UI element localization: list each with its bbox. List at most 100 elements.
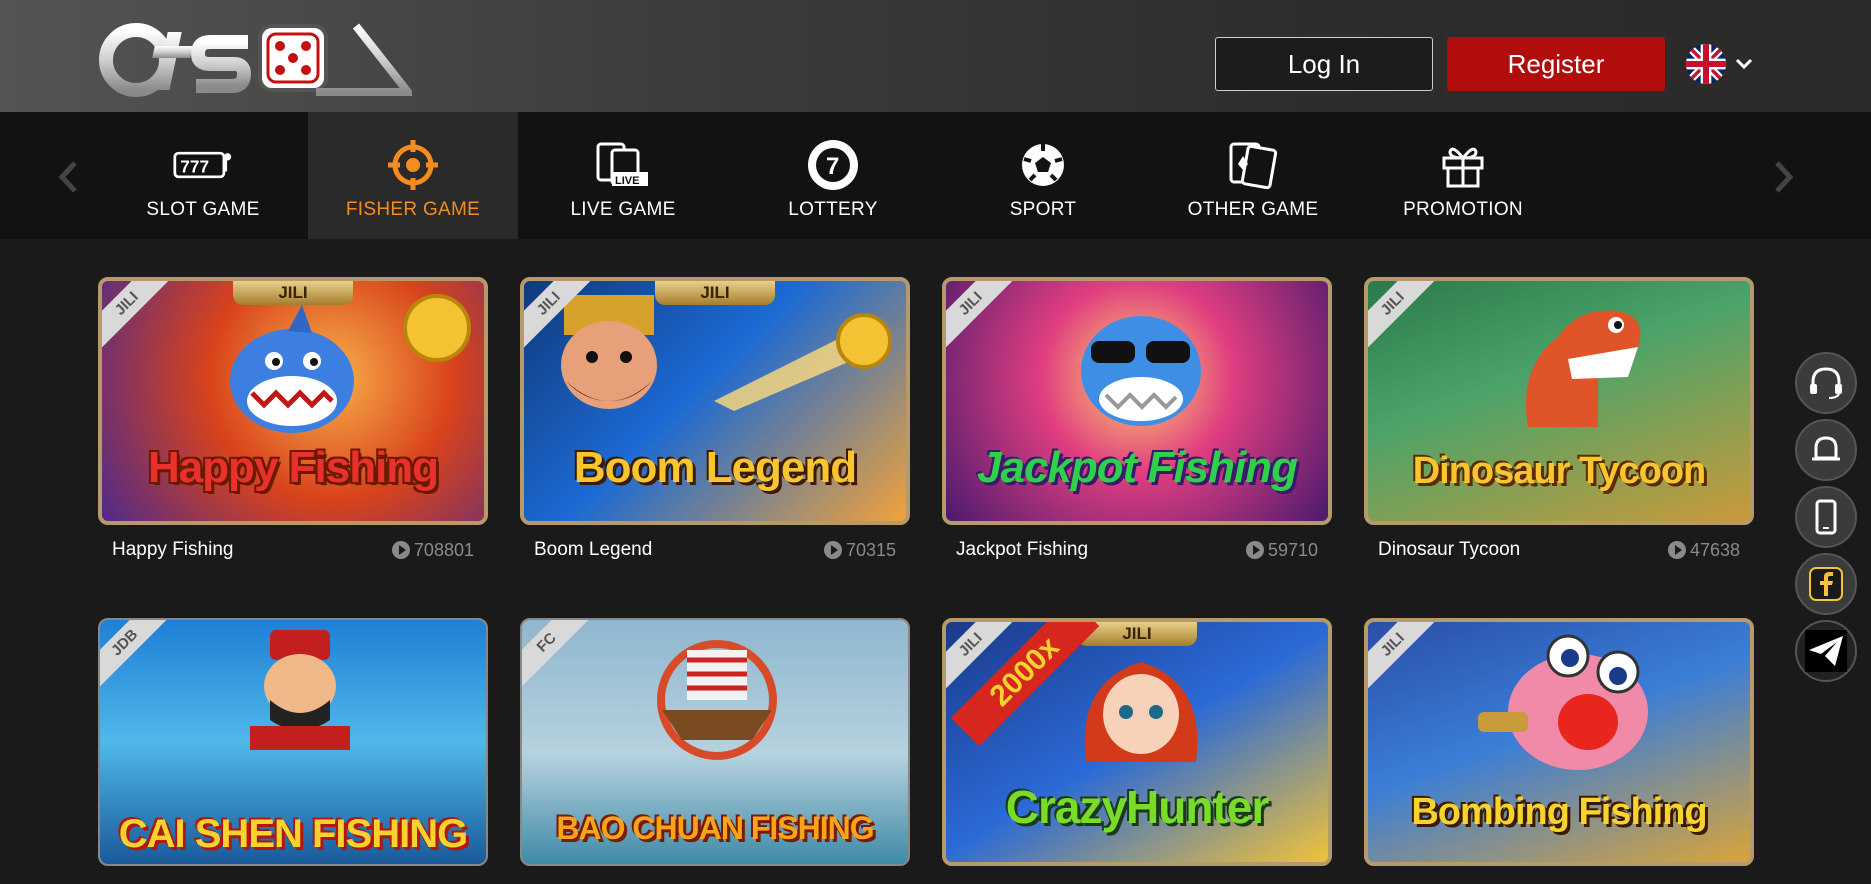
nav-label: PROMOTION — [1403, 199, 1523, 220]
nav-lottery[interactable]: 7 LOTTERY — [728, 112, 938, 239]
provider-ribbon: JILI — [1368, 622, 1442, 694]
mobile-app-button[interactable] — [1795, 486, 1857, 548]
login-button[interactable]: Log In — [1215, 37, 1433, 91]
game-info: Boom Legend 70315 — [520, 539, 910, 561]
soccer-ball-icon — [1013, 137, 1073, 193]
game-banner-title: CrazyHunter — [1005, 781, 1270, 833]
telegram-icon — [1805, 630, 1847, 672]
notification-button[interactable] — [1795, 419, 1857, 481]
game-thumbnail[interactable]: JDB CAI SHEN FISHING — [98, 618, 488, 866]
pufferfish-icon — [1478, 634, 1648, 770]
play-icon — [823, 541, 842, 559]
game-name: Dinosaur Tycoon — [1378, 539, 1521, 560]
provider-ribbon: JILI — [102, 281, 176, 353]
jili-badge: JILI — [233, 281, 353, 305]
play-count: 70315 — [823, 540, 896, 561]
nav-other-game[interactable]: OTHER GAME — [1148, 112, 1358, 239]
game-banner-title: Jackpot Fishing — [977, 443, 1298, 492]
provider-ribbon: JILI — [946, 281, 1020, 353]
nav-prev-arrow[interactable] — [48, 152, 88, 202]
game-thumbnail[interactable]: JILI JILI Happy Fishing — [98, 277, 488, 525]
play-count: 59710 — [1245, 539, 1318, 561]
live-cards-icon: LIVE — [593, 137, 653, 193]
play-count-value: 47638 — [1689, 539, 1740, 560]
fireball-icon — [714, 313, 892, 411]
treasure-ship-icon — [657, 640, 777, 760]
game-banner-title: Dinosaur Tycoon — [1412, 450, 1707, 492]
nav-promotion[interactable]: PROMOTION — [1358, 112, 1568, 239]
game-name: Boom Legend — [534, 539, 653, 560]
slot-machine-icon: 777 — [173, 137, 233, 193]
dinosaur-character-icon — [1526, 310, 1641, 427]
jili-badge: JILI — [655, 281, 775, 305]
provider-ribbon: JILI — [1368, 281, 1442, 353]
nav-label: LIVE GAME — [570, 199, 676, 220]
gold-coin-icon — [403, 294, 471, 362]
shark-character-icon — [230, 305, 354, 433]
game-thumbnail[interactable]: JILI Dinosaur Tycoon — [1364, 277, 1754, 525]
game-card-bombing-fishing[interactable]: JILI Bombing Fishing — [1364, 618, 1754, 866]
game-info: Jackpot Fishing 59710 — [942, 539, 1332, 561]
play-count: 708801 — [391, 539, 474, 561]
top-header: Log In Register — [0, 0, 1871, 112]
category-nav: 777 SLOT GAME FISHER GAME LIVE LIVE GAME — [0, 112, 1871, 239]
register-button[interactable]: Register — [1447, 37, 1665, 91]
play-count: 47638 — [1667, 539, 1740, 561]
game-banner-title: Boom Legend — [573, 443, 857, 492]
hunter-girl-icon — [1084, 662, 1198, 762]
facebook-button[interactable] — [1795, 553, 1857, 615]
uk-flag-icon — [1686, 44, 1726, 84]
game-card-happy-fishing[interactable]: JILI JILI Happy Fishing Happy Fishing 70… — [98, 277, 488, 561]
shark-character-icon — [1081, 316, 1201, 426]
game-info: Happy Fishing 708801 — [98, 539, 488, 561]
nav-fisher-game[interactable]: FISHER GAME — [308, 112, 518, 239]
game-thumbnail[interactable]: JILI Bombing Fishing — [1364, 618, 1754, 866]
god-of-wealth-icon — [250, 630, 350, 750]
game-thumbnail[interactable]: JILI JILI Boom Legend — [520, 277, 910, 525]
game-thumbnail[interactable]: FC BAO CHUAN FISHING — [520, 618, 910, 866]
game-thumbnail[interactable]: JILI JILI 2000x CrazyHunter — [942, 618, 1332, 866]
nav-label: FISHER GAME — [345, 199, 481, 220]
facebook-icon — [1809, 567, 1843, 601]
game-name: Happy Fishing — [112, 539, 234, 560]
svg-text:777: 777 — [180, 156, 209, 176]
otso-logo[interactable] — [98, 12, 412, 98]
nav-label: LOTTERY — [788, 199, 878, 220]
play-icon — [1667, 541, 1686, 559]
customer-service-button[interactable] — [1795, 352, 1857, 414]
game-card-dinosaur-tycoon[interactable]: JILI Dinosaur Tycoon Dinosaur Tycoon 476… — [1364, 277, 1754, 561]
crosshair-icon — [383, 137, 443, 193]
play-icon — [1245, 541, 1264, 559]
game-thumbnail[interactable]: JILI Jackpot Fishing — [942, 277, 1332, 525]
language-selector[interactable] — [1686, 44, 1758, 84]
bell-icon — [1812, 436, 1840, 461]
chevron-right-icon — [1775, 161, 1794, 193]
provider-ribbon: FC — [522, 620, 596, 692]
game-card-cai-shen-fishing[interactable]: JDB CAI SHEN FISHING — [98, 618, 488, 866]
game-card-crazy-hunter[interactable]: JILI JILI 2000x CrazyHunter — [942, 618, 1332, 866]
svg-text:LIVE: LIVE — [615, 175, 639, 187]
game-banner-title: CAI SHEN FISHING — [118, 812, 468, 856]
game-card-jackpot-fishing[interactable]: JILI Jackpot Fishing Jackpot Fishing 597… — [942, 277, 1332, 561]
nav-sport[interactable]: SPORT — [938, 112, 1148, 239]
chevron-down-icon — [1735, 58, 1753, 70]
gift-icon — [1433, 137, 1493, 193]
provider-ribbon: JDB — [100, 620, 174, 692]
nav-label: OTHER GAME — [1187, 199, 1319, 220]
telegram-button[interactable] — [1795, 620, 1857, 682]
play-count-value: 59710 — [1267, 539, 1318, 560]
game-banner-title: Bombing Fishing — [1411, 791, 1707, 833]
game-card-boom-legend[interactable]: JILI JILI Boom Legend Boom Legend 70315 — [520, 277, 910, 561]
game-info: Dinosaur Tycoon 47638 — [1364, 539, 1754, 561]
cards-icon — [1223, 137, 1283, 193]
game-banner-title: Happy Fishing — [147, 443, 439, 492]
game-name: Jackpot Fishing — [956, 539, 1089, 560]
play-count-value: 708801 — [413, 539, 474, 560]
play-icon — [391, 541, 410, 559]
nav-live-game[interactable]: LIVE LIVE GAME — [518, 112, 728, 239]
game-card-bao-chuan-fishing[interactable]: FC BAO CHUAN FISHING — [520, 618, 910, 866]
svg-text:7: 7 — [826, 153, 839, 180]
headset-icon — [1810, 367, 1842, 399]
nav-next-arrow[interactable] — [1764, 152, 1804, 202]
nav-slot-game[interactable]: 777 SLOT GAME — [98, 112, 308, 239]
